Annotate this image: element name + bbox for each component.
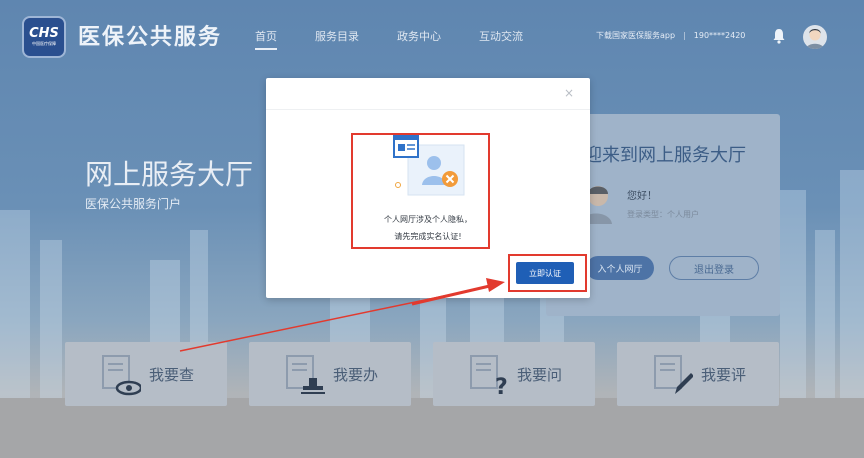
pen-icon [654, 355, 693, 394]
bell-icon[interactable] [772, 28, 786, 44]
user-avatar[interactable] [803, 25, 827, 49]
logo-text: CHS [29, 26, 59, 41]
nav-government-center[interactable]: 政务中心 [397, 28, 441, 44]
hero-subtitle: 医保公共服务门户 [85, 197, 182, 211]
eye-icon [102, 355, 141, 396]
avatar-icon [806, 29, 824, 49]
welcome-title: 迎来到网上服务大厅 [584, 145, 746, 166]
tile-query[interactable]: 我要查 [65, 342, 227, 406]
user-phone[interactable]: 190****2420 [694, 31, 746, 40]
stamp-icon [286, 355, 325, 394]
tile-handle[interactable]: 我要办 [249, 342, 411, 406]
logout-button[interactable]: 退出登录 [669, 256, 759, 280]
tile-ask-label: 我要问 [517, 366, 563, 384]
chs-logo[interactable]: CHS 中国医疗保障 [22, 16, 66, 58]
header-separator: | [683, 31, 686, 40]
nav-service-catalog[interactable]: 服务目录 [315, 28, 359, 44]
annotation-box-button [508, 254, 587, 292]
page-bottom-band [0, 398, 864, 458]
tile-ask[interactable]: ? 我要问 [433, 342, 595, 406]
site-title: 医保公共服务 [78, 25, 223, 50]
header-user-area: 下载国家医保服务app | 190****2420 [596, 30, 745, 41]
tile-handle-label: 我要办 [333, 366, 379, 384]
enter-personal-hall-button[interactable]: 入个人网厅 [586, 256, 654, 280]
annotation-box-message [351, 133, 490, 249]
close-icon[interactable]: × [564, 86, 574, 100]
nav-home[interactable]: 首页 [255, 28, 277, 50]
download-app-link[interactable]: 下载国家医保服务app [596, 30, 675, 41]
modal-header-divider [266, 109, 590, 110]
greeting-text: 您好！ [627, 191, 657, 202]
tile-rate-label: 我要评 [701, 366, 747, 384]
top-header: CHS 中国医疗保障 医保公共服务 首页 服务目录 政务中心 互动交流 下载国家… [0, 0, 864, 72]
nav-interaction[interactable]: 互动交流 [479, 28, 523, 44]
hero-title: 网上服务大厅 [85, 158, 254, 191]
tile-rate[interactable]: 我要评 [617, 342, 779, 406]
svg-text:?: ? [495, 375, 508, 396]
question-icon: ? [470, 355, 508, 396]
main-nav: 首页 服务目录 政务中心 互动交流 [255, 28, 561, 50]
tile-query-label: 我要查 [149, 366, 195, 384]
logo-subtext: 中国医疗保障 [32, 41, 56, 46]
login-type-text: 登录类型：个人用户 [627, 210, 699, 219]
